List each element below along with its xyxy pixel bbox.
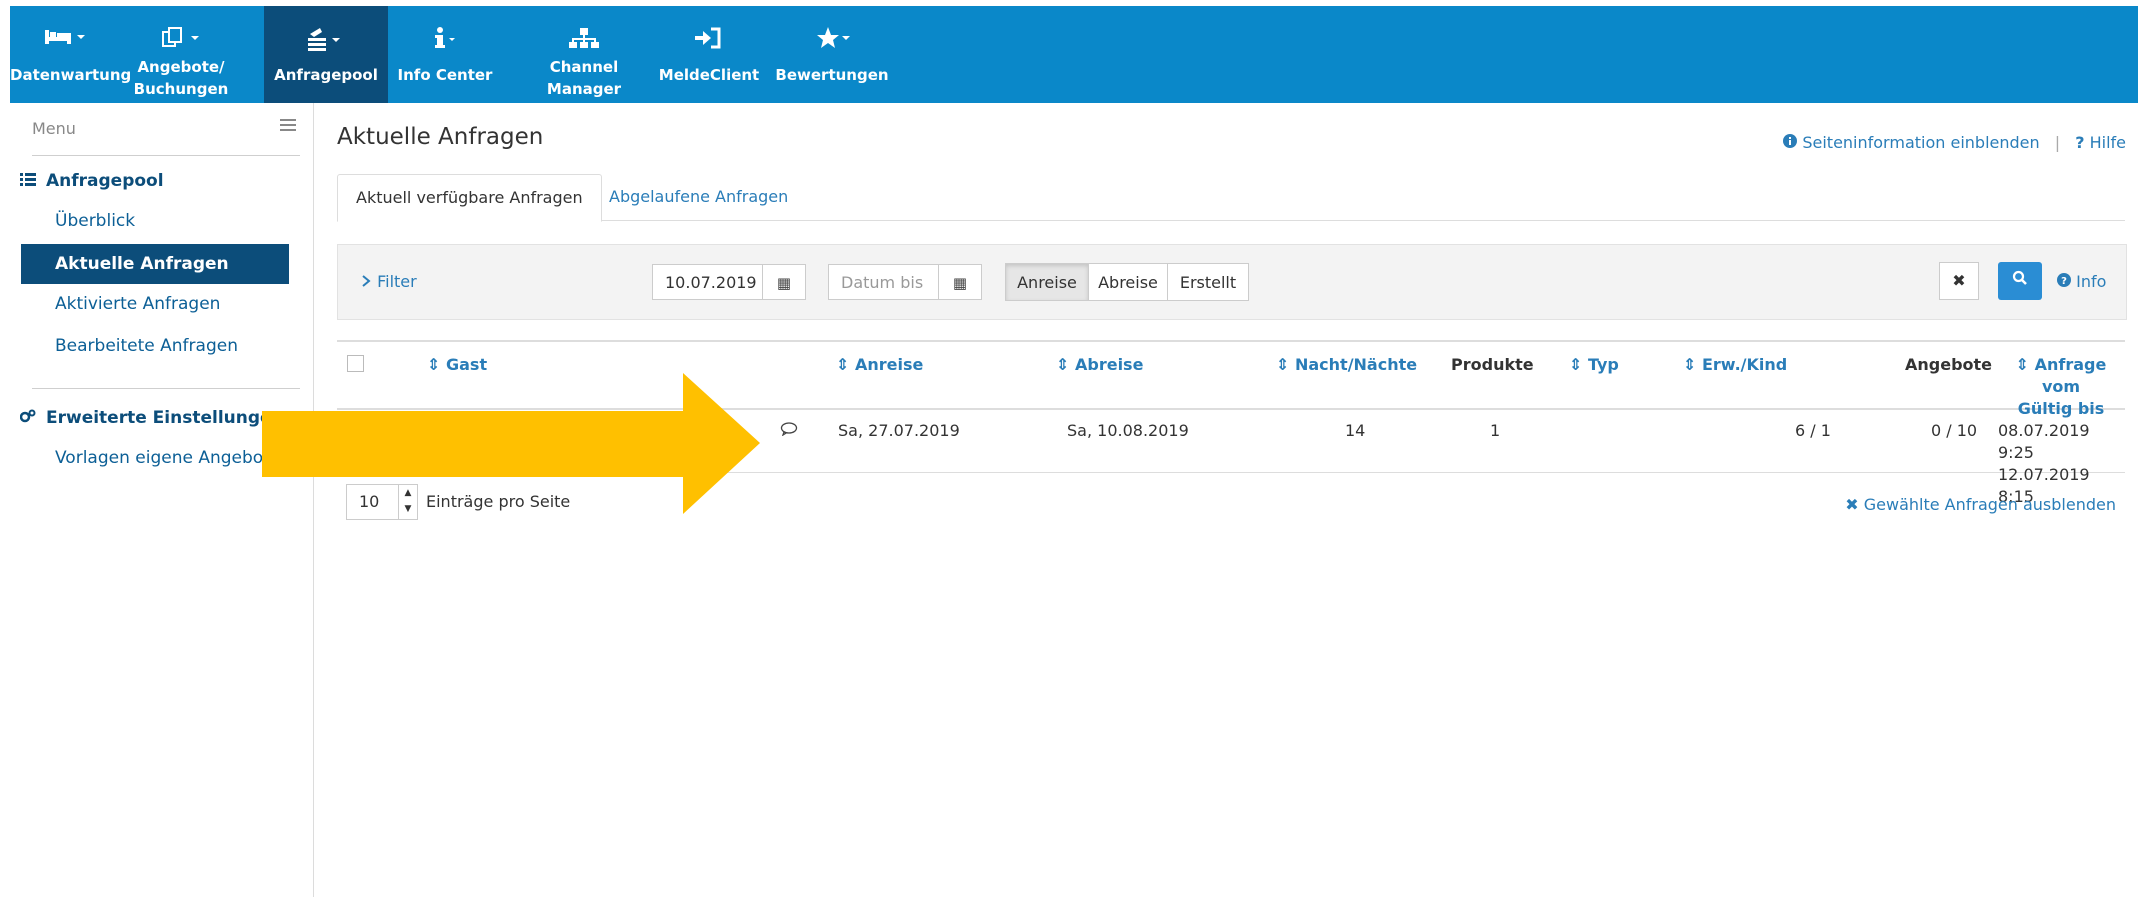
mode-abreise-button[interactable]: Abreise — [1088, 263, 1168, 301]
column-anreise[interactable]: ⇕ Anreise — [836, 354, 923, 376]
column-produkte: Produkte — [1451, 355, 1534, 374]
gears-icon — [19, 408, 46, 428]
sort-icon: ⇕ — [427, 355, 441, 374]
link-separator: | — [2054, 133, 2061, 152]
search-button[interactable] — [1998, 262, 2042, 300]
hide-selected-label: Gewählte Anfragen ausblenden — [1863, 495, 2116, 514]
close-icon: ✖ — [1845, 495, 1859, 514]
nav-angebote-buchungen[interactable]: Angebote/Buchungen — [122, 6, 240, 103]
date-to-placeholder: Datum bis — [841, 273, 924, 292]
svg-text:?: ? — [2061, 276, 2067, 287]
clear-filter-button[interactable]: ✖ — [1939, 262, 1979, 300]
info-label: Info — [2076, 272, 2107, 291]
page-info-link[interactable]: Seiteninformation einblenden — [1802, 133, 2039, 152]
sort-icon: ⇕ — [1683, 355, 1697, 374]
nav-datenwartung[interactable]: Datenwartung — [10, 6, 131, 103]
cell-abreise: Sa, 10.08.2019 — [1067, 421, 1189, 440]
page-header-links: Seiteninformation einblenden | ? Hilfe — [1783, 133, 2126, 152]
nav-bewertungen[interactable]: Bewertungen — [770, 6, 894, 103]
mode-anreise-button[interactable]: Anreise — [1005, 263, 1089, 301]
date-to-field[interactable]: Datum bis ▦ — [828, 264, 982, 300]
inbox-stack-icon — [264, 26, 388, 52]
sort-icon: ⇕ — [1569, 355, 1583, 374]
nav-anfragepool[interactable]: Anfragepool — [264, 6, 388, 103]
date-from-field[interactable]: 10.07.2019 ▦ — [652, 264, 806, 300]
nav-channel-manager[interactable]: Channel Manager — [522, 6, 646, 103]
bed-icon — [10, 26, 120, 52]
column-anreise-label: Anreise — [854, 355, 924, 374]
nav-label-line1: Channel — [549, 58, 619, 76]
column-gast-label: Gast — [445, 355, 488, 374]
column-naechte-label: Nacht/Nächte — [1294, 355, 1418, 374]
cell-anfrage-vom-value: 08.07.2019 9:25 — [1998, 421, 2090, 462]
sidebar-section-erweiterte-einstellungen[interactable]: Erweiterte Einstellungen — [19, 408, 284, 428]
tab-bar: Aktuell verfügbare Anfragen Abgelaufene … — [337, 174, 2125, 222]
annotation-arrow — [262, 373, 760, 518]
nav-label-line2: Manager — [546, 80, 622, 98]
list-icon — [20, 171, 46, 191]
column-erw-kind-label: Erw./Kind — [1701, 355, 1788, 374]
info-circle-icon — [1783, 133, 1798, 152]
sort-icon: ⇕ — [1276, 355, 1290, 374]
sort-icon: ⇕ — [2015, 355, 2030, 374]
cell-anreise: Sa, 27.07.2019 — [838, 421, 960, 440]
cell-angebote: 0 / 10 — [1931, 421, 1978, 440]
column-angebote: Angebote — [1905, 355, 1993, 374]
column-naechte[interactable]: ⇕ Nacht/Nächte — [1276, 354, 1417, 376]
filter-toggle[interactable]: Filter — [360, 272, 417, 291]
sidebar-section-label: Erweiterte Einstellungen — [46, 408, 284, 428]
nav-meldeclient[interactable]: MeldeClient — [648, 6, 770, 103]
menu-header: Menu — [32, 119, 300, 156]
cell-naechte: 14 — [1345, 421, 1366, 440]
column-typ[interactable]: ⇕ Typ — [1569, 354, 1619, 376]
filter-info-link[interactable]: ? Info — [2057, 272, 2106, 291]
sidebar-item-aktuelle-anfragen[interactable]: Aktuelle Anfragen — [21, 244, 289, 284]
help-link[interactable]: Hilfe — [2090, 133, 2126, 152]
sidebar-section-label: Anfragepool — [46, 171, 164, 191]
hamburger-icon[interactable] — [280, 117, 296, 136]
nav-label-line2: Buchungen — [133, 80, 229, 98]
calendar-icon[interactable]: ▦ — [762, 265, 805, 299]
menu-label: Menu — [32, 119, 76, 138]
filter-label: Filter — [377, 272, 417, 291]
question-icon: ? — [2075, 133, 2085, 152]
column-erw-kind[interactable]: ⇕ Erw./Kind — [1683, 354, 1787, 376]
date-from-value: 10.07.2019 — [665, 273, 757, 292]
nav-label-line1: Angebote/ — [137, 58, 225, 76]
select-all-checkbox[interactable] — [347, 355, 364, 372]
sidebar-item-vorlagen[interactable]: Vorlagen eigene Angebote — [55, 448, 280, 468]
question-circle-icon: ? — [2057, 272, 2071, 291]
copy-edit-icon — [122, 26, 240, 52]
chevron-right-icon — [360, 272, 372, 291]
top-navigation: Datenwartung Angebote/Buchungen Anfragep… — [10, 6, 2138, 103]
column-abreise-label: Abreise — [1074, 355, 1144, 374]
mode-erstellt-button[interactable]: Erstellt — [1167, 263, 1249, 301]
page-title: Aktuelle Anfragen — [337, 124, 544, 150]
column-abreise[interactable]: ⇕ Abreise — [1056, 354, 1143, 376]
sign-in-icon — [648, 26, 770, 52]
star-icon — [770, 26, 894, 52]
cell-produkte: 1 — [1490, 421, 1501, 440]
nav-info-center[interactable]: Info Center — [390, 6, 500, 103]
comment-icon[interactable] — [780, 420, 798, 442]
sidebar-divider — [32, 388, 300, 389]
calendar-icon[interactable]: ▦ — [938, 265, 981, 299]
sort-icon: ⇕ — [836, 355, 850, 374]
filter-bar: Filter 10.07.2019 ▦ Datum bis ▦ Anreise … — [337, 244, 2127, 320]
sidebar-item-ueberblick[interactable]: Überblick — [55, 211, 135, 231]
tab-aktuell-verfuegbar[interactable]: Aktuell verfügbare Anfragen — [337, 174, 602, 222]
sidebar-item-aktivierte-anfragen[interactable]: Aktivierte Anfragen — [55, 294, 220, 314]
tab-abgelaufen[interactable]: Abgelaufene Anfragen — [591, 174, 806, 220]
hide-selected-link[interactable]: ✖ Gewählte Anfragen ausblenden — [1845, 495, 2116, 514]
sort-icon: ⇕ — [1056, 355, 1070, 374]
sidebar-item-bearbeitete-anfragen[interactable]: Bearbeitete Anfragen — [55, 336, 238, 356]
info-icon — [390, 26, 500, 52]
sidebar-section-anfragepool[interactable]: Anfragepool — [20, 171, 164, 191]
sitemap-icon — [522, 26, 646, 52]
column-anfrage-vom-label: Anfrage vom — [2034, 355, 2107, 396]
close-icon: ✖ — [1952, 271, 1966, 290]
cell-erw-kind: 6 / 1 — [1795, 421, 1831, 440]
search-icon — [2012, 270, 2028, 290]
column-typ-label: Typ — [1587, 355, 1619, 374]
